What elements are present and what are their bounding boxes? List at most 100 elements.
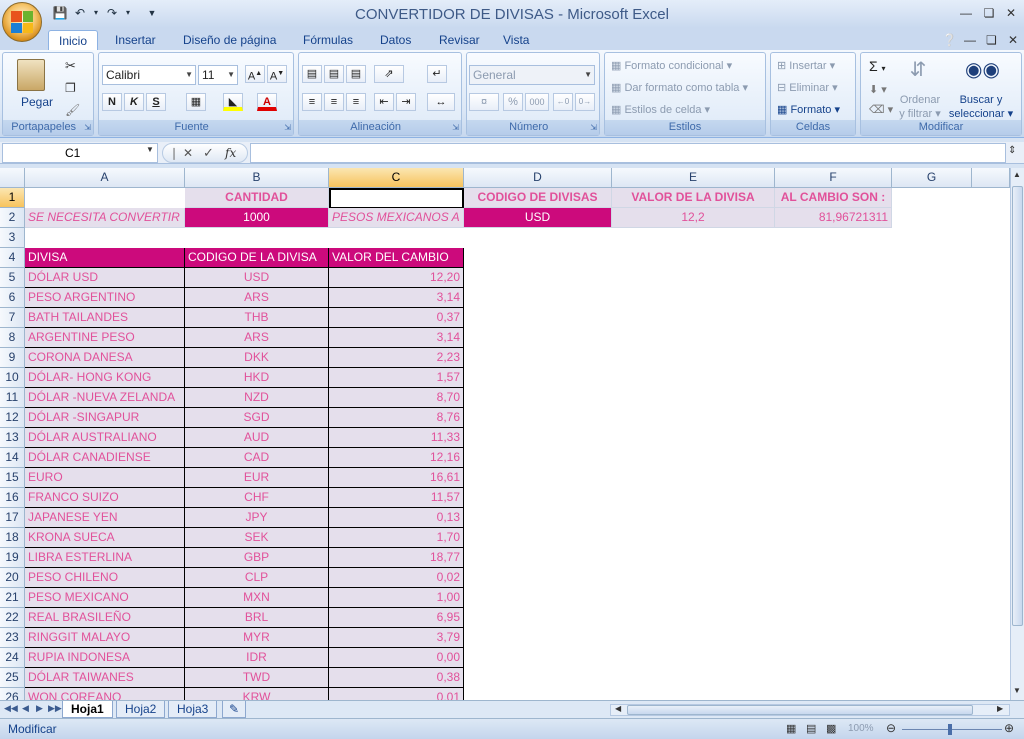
table-cell-codigo[interactable]: DKK	[185, 348, 329, 368]
number-format-combo[interactable]: General ▼	[469, 65, 595, 85]
tab-datos[interactable]: Datos	[376, 30, 415, 50]
align-right-icon[interactable]: ≡	[346, 93, 366, 111]
row-header-22[interactable]: 22	[0, 608, 25, 628]
table-cell-codigo[interactable]: ARS	[185, 288, 329, 308]
binoculars-icon[interactable]: ◉◉	[965, 57, 1000, 85]
table-cell-divisa[interactable]: REAL BRASILEÑO	[25, 608, 185, 628]
table-cell-valor[interactable]: 11,57	[329, 488, 464, 508]
paste-button[interactable]: Pegar	[21, 95, 53, 109]
cell-c2[interactable]: PESOS MEXICANOS A	[329, 208, 464, 228]
align-left-icon[interactable]: ≡	[302, 93, 322, 111]
table-cell-codigo[interactable]: MYR	[185, 628, 329, 648]
table-cell-valor[interactable]: 6,95	[329, 608, 464, 628]
table-cell-valor[interactable]: 0,13	[329, 508, 464, 528]
align-bottom-icon[interactable]: ▤	[346, 65, 366, 83]
cell-f2[interactable]: 81,96721311	[775, 208, 892, 228]
table-cell-valor[interactable]: 2,23	[329, 348, 464, 368]
copy-icon[interactable]: ❐	[65, 81, 76, 95]
sheet-tab-hoja2[interactable]: Hoja2	[116, 701, 166, 718]
row-header-7[interactable]: 7	[0, 308, 25, 328]
table-cell-valor[interactable]: 1,70	[329, 528, 464, 548]
table-cell-divisa[interactable]: DÓLAR TAIWANES	[25, 668, 185, 688]
table-cell-valor[interactable]: 0,38	[329, 668, 464, 688]
cell-styles-button[interactable]: ▦ Estilos de celda ▾	[611, 103, 710, 117]
name-box-dropdown-icon[interactable]: ▼	[146, 145, 154, 154]
borders-icon[interactable]: ▦	[186, 93, 206, 111]
scroll-right-icon[interactable]: ▶	[997, 704, 1003, 713]
tab-formulas[interactable]: Fórmulas	[299, 30, 357, 50]
table-cell-codigo[interactable]: BRL	[185, 608, 329, 628]
row-header-20[interactable]: 20	[0, 568, 25, 588]
table-cell-valor[interactable]: 0,00	[329, 648, 464, 668]
orientation-icon[interactable]: ⇗	[374, 65, 404, 83]
row-header-17[interactable]: 17	[0, 508, 25, 528]
table-cell-divisa[interactable]: EURO	[25, 468, 185, 488]
cell-d2[interactable]: USD	[464, 208, 612, 228]
name-box[interactable]: C1	[2, 143, 158, 163]
table-cell-divisa[interactable]: PESO MEXICANO	[25, 588, 185, 608]
horizontal-scrollbar[interactable]: ◀ ▶	[610, 704, 1010, 716]
workbook-close-button[interactable]: ✕	[1004, 30, 1022, 50]
row-header-15[interactable]: 15	[0, 468, 25, 488]
help-icon[interactable]: ❔	[938, 30, 961, 50]
cell-c1-selected[interactable]	[329, 188, 464, 209]
table-cell-codigo[interactable]: SEK	[185, 528, 329, 548]
row-header-5[interactable]: 5	[0, 268, 25, 288]
table-cell-divisa[interactable]: DÓLAR CANADIENSE	[25, 448, 185, 468]
table-cell-valor[interactable]: 3,14	[329, 288, 464, 308]
zoom-out-icon[interactable]: ⊖	[886, 721, 896, 735]
column-header-c[interactable]: C	[329, 168, 464, 188]
format-table-button[interactable]: ▦ Dar formato como tabla ▾	[611, 81, 748, 95]
shrink-font-icon[interactable]: A▼	[267, 65, 287, 83]
next-sheet-icon[interactable]: ▶	[36, 703, 43, 714]
merge-center-icon[interactable]: ↔	[427, 93, 455, 111]
vertical-scroll-thumb[interactable]	[1012, 186, 1023, 626]
table-cell-divisa[interactable]: DÓLAR AUSTRALIANO	[25, 428, 185, 448]
vertical-scrollbar[interactable]: ▲ ▼	[1010, 168, 1024, 700]
align-top-icon[interactable]: ▤	[302, 65, 322, 83]
sheet-tab-hoja3[interactable]: Hoja3	[168, 701, 218, 718]
row-header-10[interactable]: 10	[0, 368, 25, 388]
zoom-slider[interactable]	[902, 729, 1002, 730]
table-cell-divisa[interactable]: FRANCO SUIZO	[25, 488, 185, 508]
row-header-19[interactable]: 19	[0, 548, 25, 568]
bold-button[interactable]: N	[102, 93, 122, 111]
decrease-indent-icon[interactable]: ⇤	[374, 93, 394, 111]
table-cell-valor[interactable]: 11,33	[329, 428, 464, 448]
font-color-icon[interactable]: A	[257, 93, 277, 111]
cell-b2[interactable]: 1000	[185, 208, 329, 228]
table-cell-valor[interactable]: 8,76	[329, 408, 464, 428]
table-cell-divisa[interactable]: BATH TAILANDES	[25, 308, 185, 328]
table-cell-divisa[interactable]: RINGGIT MALAYO	[25, 628, 185, 648]
table-header-a[interactable]: DIVISA	[25, 248, 185, 268]
row-header-8[interactable]: 8	[0, 328, 25, 348]
table-cell-codigo[interactable]: NZD	[185, 388, 329, 408]
table-cell-valor[interactable]: 3,79	[329, 628, 464, 648]
table-header-b[interactable]: CODIGO DE LA DIVISA	[185, 248, 329, 268]
column-header-f[interactable]: F	[775, 168, 892, 188]
autosum-button[interactable]: Σ ▾	[869, 59, 886, 76]
clear-icon[interactable]: ⌫ ▾	[869, 103, 893, 117]
fill-icon[interactable]: ⬇ ▾	[869, 83, 887, 97]
expand-formula-bar-icon[interactable]: ⇕	[1008, 145, 1016, 156]
enter-entry-icon[interactable]: ✓	[203, 145, 214, 161]
table-cell-divisa[interactable]: CORONA DANESA	[25, 348, 185, 368]
table-cell-codigo[interactable]: GBP	[185, 548, 329, 568]
table-cell-divisa[interactable]: ARGENTINE PESO	[25, 328, 185, 348]
column-header-e[interactable]: E	[612, 168, 775, 188]
last-sheet-icon[interactable]: ▶▶	[48, 703, 62, 714]
currency-icon[interactable]: ¤	[469, 93, 499, 111]
table-cell-codigo[interactable]: CHF	[185, 488, 329, 508]
minimize-button[interactable]: —	[955, 4, 977, 22]
column-header-d[interactable]: D	[464, 168, 612, 188]
table-cell-divisa[interactable]: PESO ARGENTINO	[25, 288, 185, 308]
zoom-in-icon[interactable]: ⊕	[1004, 721, 1014, 735]
cell-b1[interactable]: CANTIDAD	[185, 188, 329, 208]
row-header-11[interactable]: 11	[0, 388, 25, 408]
tab-diseno-pagina[interactable]: Diseño de página	[179, 30, 280, 50]
row-header-4[interactable]: 4	[0, 248, 25, 268]
sheet-tab-hoja1[interactable]: Hoja1	[62, 701, 113, 718]
align-middle-icon[interactable]: ▤	[324, 65, 344, 83]
table-cell-divisa[interactable]: DÓLAR -NUEVA ZELANDA	[25, 388, 185, 408]
row-header-18[interactable]: 18	[0, 528, 25, 548]
